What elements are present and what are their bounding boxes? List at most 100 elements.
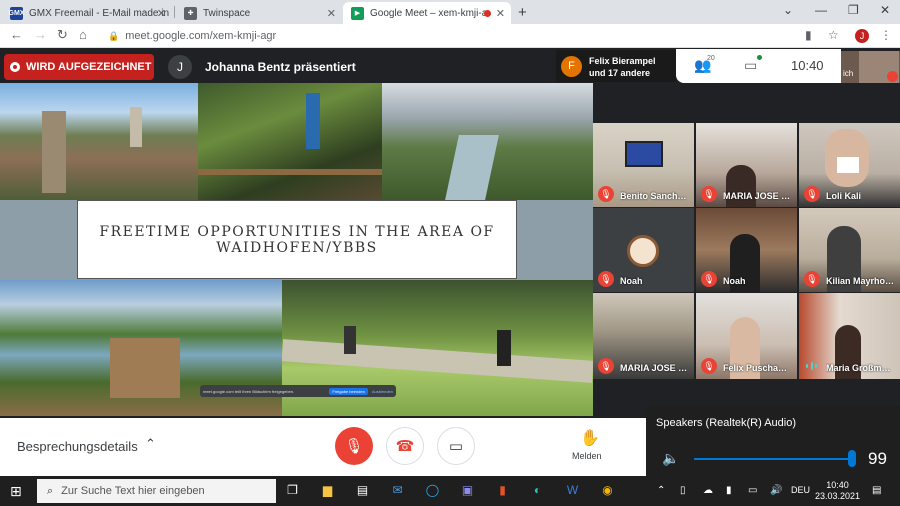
bookmark-star-icon[interactable]: ☆ xyxy=(828,28,839,42)
camera-toggle-button[interactable]: ▭ xyxy=(437,427,475,465)
participant-name: Felix Bierampel xyxy=(589,56,656,66)
participant-tile[interactable]: 🎙 MARIA JOSE … xyxy=(593,293,694,379)
notifications-icon[interactable]: ▤ xyxy=(872,485,881,496)
tab-title: GMX Freemail - E-Mail made in G xyxy=(29,7,172,19)
clock-date: 23.03.2021 xyxy=(815,491,861,501)
participant-tile[interactable]: 🎙 Felix Puscha… xyxy=(696,293,797,379)
windows-start-icon[interactable]: ⊞ xyxy=(10,483,22,500)
onedrive-icon[interactable]: ☁ xyxy=(703,485,713,496)
volume-value: 99 xyxy=(868,449,887,468)
tab-twinspace[interactable]: ✚ Twinspace ✕ xyxy=(176,2,342,24)
participant-tile[interactable]: 🎙 Noah xyxy=(696,208,797,292)
mic-off-icon: 🎙 xyxy=(598,186,614,202)
stop-sharing-button[interactable]: Freigabe beenden xyxy=(329,387,368,395)
participant-name: Noah xyxy=(723,276,746,286)
twinspace-icon: ✚ xyxy=(184,6,197,20)
maximize-icon[interactable]: ❐ xyxy=(848,3,859,17)
hide-share-bar-button[interactable]: Ausblenden xyxy=(372,389,393,394)
profile-avatar[interactable]: J xyxy=(855,29,869,43)
new-tab-icon[interactable]: + xyxy=(518,4,527,21)
leave-call-button[interactable]: ☎ xyxy=(386,427,424,465)
participant-tile[interactable]: 🎙 MARIA JOSE … xyxy=(696,123,797,207)
back-icon[interactable]: ← xyxy=(10,27,23,42)
camera-in-use-icon[interactable]: ▮ xyxy=(805,28,812,42)
close-tab-icon[interactable]: ✕ xyxy=(157,7,166,20)
participant-name: Benito Sanch… xyxy=(620,191,687,201)
tab-gmx[interactable]: GMX GMX Freemail - E-Mail made in G ✕ xyxy=(2,2,172,24)
raise-hand-icon[interactable]: ✋ xyxy=(580,428,600,448)
battery-icon[interactable]: ▭ xyxy=(748,485,757,496)
self-view-tile[interactable]: ich xyxy=(841,51,900,83)
url-field[interactable]: 🔒 meet.google.com/xem-kmji-agr xyxy=(100,27,800,45)
river xyxy=(445,135,499,200)
language-indicator[interactable]: DEU xyxy=(791,485,810,495)
participant-tile[interactable]: 🎙 Kilian Mayrho… xyxy=(799,208,900,292)
tray-overflow-icon[interactable]: ⌃ xyxy=(657,485,665,496)
meeting-details-button[interactable]: Besprechungsdetails xyxy=(17,439,138,454)
mic-off-icon: 🎙 xyxy=(598,271,614,287)
usb-icon[interactable]: ▯ xyxy=(680,485,686,496)
chat-icon[interactable]: ▭ xyxy=(744,57,757,74)
taskbar-clock[interactable]: 10:40 23.03.2021 xyxy=(815,480,860,502)
presenter-text: Johanna Bentz präsentiert xyxy=(205,60,356,74)
office-icon[interactable]: ▮ xyxy=(495,483,510,498)
mic-off-icon: 🎙 xyxy=(804,271,820,287)
close-window-icon[interactable]: ✕ xyxy=(880,3,890,17)
word-icon[interactable]: W xyxy=(565,483,580,498)
microphone-toggle-button[interactable]: 🎙 xyxy=(335,427,373,465)
avatar xyxy=(627,235,659,267)
chrome-icon[interactable]: ◉ xyxy=(600,483,615,498)
photo-castle-town xyxy=(0,83,198,200)
tab-title: Google Meet – xem-kmji-agr xyxy=(370,7,488,19)
lock-icon: 🔒 xyxy=(108,30,120,41)
participant-tile[interactable]: 🎙 Benito Sanch… xyxy=(593,123,694,207)
biker xyxy=(344,326,356,354)
teams-icon[interactable]: ▣ xyxy=(460,483,475,498)
participant-tile[interactable]: 🎙 Noah xyxy=(593,208,694,292)
participant-tile[interactable]: 🎙 Loli Kali xyxy=(799,123,900,207)
file-explorer-icon[interactable]: ▆ xyxy=(320,483,335,498)
mail-icon[interactable]: ✉ xyxy=(390,483,405,498)
volume-slider[interactable] xyxy=(694,458,852,460)
volume-slider-thumb[interactable] xyxy=(848,450,856,467)
gmx-icon: GMX xyxy=(9,6,24,20)
participant-others: und 17 andere xyxy=(589,68,651,78)
chevron-up-icon[interactable]: ⌃ xyxy=(145,436,156,452)
mic-off-icon xyxy=(887,71,898,82)
recording-icon xyxy=(10,62,20,72)
speaker-mute-icon[interactable]: 🔈 xyxy=(662,450,679,467)
participants-summary: Felix Bierampel und 17 andere xyxy=(589,55,656,79)
minimize-icon[interactable]: — xyxy=(815,3,827,17)
photo-climbing-park xyxy=(198,83,382,200)
meet-toolbar: 👥 20 ▭ 10:40 xyxy=(676,49,841,83)
close-tab-icon[interactable]: ✕ xyxy=(496,7,505,20)
presenter-avatar: J xyxy=(168,55,192,79)
climber xyxy=(306,93,320,149)
camera-icon: ▭ xyxy=(448,438,464,455)
menu-dots-icon[interactable]: ⋮ xyxy=(880,28,892,42)
mic-off-icon: 🎙 xyxy=(701,358,717,374)
home-icon[interactable]: ⌂ xyxy=(79,27,87,42)
taskbar-search-box[interactable]: ⌕ Zur Suche Text hier eingeben xyxy=(37,479,276,503)
reload-icon[interactable]: ↻ xyxy=(57,27,68,43)
participants-preview[interactable]: F Felix Bierampel und 17 andere xyxy=(556,50,676,82)
participant-name: Felix Puscha… xyxy=(723,363,788,373)
recording-label: WIRD AUFGEZEICHNET xyxy=(26,61,152,73)
participant-name: MARIA JOSE … xyxy=(620,363,688,373)
wooden-platform xyxy=(198,169,382,175)
edge-icon[interactable]: ◐ xyxy=(530,483,545,498)
audio-device-name[interactable]: Speakers (Realtek(R) Audio) xyxy=(656,417,796,429)
participant-tile[interactable]: Maria Großm… xyxy=(799,293,900,379)
volume-tray-icon[interactable]: 🔊 xyxy=(770,485,782,496)
close-tab-icon[interactable]: ✕ xyxy=(327,7,336,20)
store-icon[interactable]: ▤ xyxy=(355,483,370,498)
search-icon: ⌕ xyxy=(47,484,54,497)
biker xyxy=(497,330,511,366)
slide-title: FREETIME OPPORTUNITIES IN THE AREA OF WA… xyxy=(99,223,495,256)
device-icon[interactable]: ▮ xyxy=(726,485,732,496)
task-view-icon[interactable]: ❐ xyxy=(285,483,300,498)
tab-google-meet[interactable]: ▶ Google Meet – xem-kmji-agr ✕ xyxy=(343,2,511,24)
forward-icon[interactable]: → xyxy=(34,27,47,42)
cortana-icon[interactable]: ◯ xyxy=(425,483,440,498)
tab-search-icon[interactable]: ⌄ xyxy=(783,3,793,17)
